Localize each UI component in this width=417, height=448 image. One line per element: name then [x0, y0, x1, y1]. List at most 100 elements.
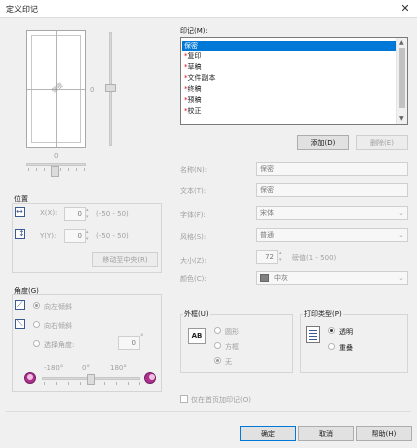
x-spinbox[interactable]: 0	[64, 207, 86, 221]
style-select[interactable]: 普通 ⌄	[256, 228, 408, 242]
chevron-down-icon: ⌄	[398, 231, 404, 239]
close-icon[interactable]: ✕	[397, 1, 413, 17]
stamp-list-label: 印记(M):	[180, 27, 208, 35]
horizontal-slider-value: 0	[54, 152, 59, 160]
y-range: (-50 - 50)	[96, 232, 129, 240]
list-item[interactable]: *文件副本	[182, 73, 396, 83]
slider-tick	[104, 382, 105, 385]
slider-tick	[28, 168, 29, 171]
border-square-radio[interactable]	[214, 342, 221, 349]
slider-tick	[68, 168, 69, 171]
slider-tick	[128, 382, 129, 385]
list-item[interactable]: 保密	[182, 41, 396, 51]
overlay-label: 重叠	[339, 344, 353, 352]
style-label: 风格(S):	[180, 233, 207, 241]
y-spinner-arrows[interactable]: ▴ ▾	[86, 229, 93, 243]
border-circle-radio[interactable]	[214, 327, 221, 334]
slider-thumb[interactable]	[87, 374, 95, 385]
slider-tick	[56, 382, 57, 385]
overlay-radio[interactable]	[328, 343, 335, 350]
x-range: (-50 - 50)	[96, 210, 129, 218]
font-select[interactable]: 宋体 ⌄	[256, 206, 408, 220]
print-type-icon	[306, 326, 320, 343]
x-spinner-arrows[interactable]: ▴ ▾	[86, 207, 93, 221]
help-button[interactable]: 帮助(H)	[356, 426, 412, 441]
slider-tick	[44, 168, 45, 171]
text-field[interactable]: 保密	[256, 183, 408, 197]
size-spinbox[interactable]: 72	[256, 250, 278, 264]
name-label: 名称(N):	[180, 166, 208, 174]
color-label: 颜色(C):	[180, 275, 207, 283]
border-style-icon: AB	[188, 328, 206, 344]
slider-tick	[44, 382, 45, 385]
color-select[interactable]: 中灰 ⌄	[256, 271, 408, 285]
size-unit: 磅值(1 - 500)	[292, 254, 337, 262]
first-page-only-checkbox[interactable]	[180, 395, 188, 403]
size-label: 大小(Z):	[180, 257, 207, 265]
list-scrollbar[interactable]: ▲ ▼	[396, 38, 407, 124]
tilt-left-radio[interactable]	[33, 302, 40, 309]
first-page-only-label: 仅在首页加印记(O)	[191, 396, 251, 404]
tilt-left-icon: ⟋	[15, 300, 25, 310]
list-item[interactable]: *校正	[182, 106, 396, 116]
transparent-label: 透明	[339, 328, 353, 336]
delete-button[interactable]: 删除(E)	[356, 135, 408, 150]
y-label: Y(Y):	[40, 232, 57, 240]
border-none-label: 无	[225, 358, 232, 366]
angle-slider[interactable]	[40, 374, 144, 388]
horizontal-position-icon: ↔	[15, 207, 25, 217]
slider-tick	[68, 382, 69, 385]
cancel-button[interactable]: 取消	[298, 426, 354, 441]
tilt-right-radio[interactable]	[33, 321, 40, 328]
y-spinbox[interactable]: 0	[64, 229, 86, 243]
border-none-radio[interactable]	[214, 357, 221, 364]
stamp-listbox[interactable]: 保密 *复印 *草稿 *文件副本 *终稿 *预稿 *校正 ▲ ▼	[180, 37, 408, 125]
chevron-down-icon: ⌄	[398, 274, 404, 282]
slider-thumb[interactable]	[51, 166, 59, 177]
slider-tick	[116, 382, 117, 385]
color-swatch	[260, 274, 269, 282]
slider-tick	[76, 168, 77, 171]
vertical-slider-value: 0	[90, 86, 95, 94]
tilt-right-icon: ⟍	[15, 319, 25, 329]
slider-tick	[139, 382, 140, 385]
slider-tick	[84, 168, 85, 171]
list-item[interactable]: *草稿	[182, 62, 396, 72]
window-title: 定义印记	[6, 5, 38, 14]
move-to-center-button[interactable]: 移动至中央(R)	[92, 252, 158, 267]
scroll-down-icon[interactable]: ▼	[399, 115, 404, 122]
preview-vertical-slider[interactable]	[104, 30, 118, 148]
slider-tick	[80, 382, 81, 385]
rotate-right-icon	[144, 372, 156, 384]
rotate-left-icon	[24, 372, 36, 384]
angle-tick-min: -180°	[44, 364, 64, 372]
x-label: X(X):	[40, 209, 58, 217]
scroll-up-icon[interactable]: ▲	[399, 39, 404, 46]
text-label: 文本(T):	[180, 187, 207, 195]
custom-angle-field[interactable]: 0	[118, 336, 140, 350]
custom-angle-radio[interactable]	[33, 340, 40, 347]
scroll-thumb[interactable]	[399, 48, 405, 108]
font-label: 字体(F):	[180, 211, 206, 219]
title-bar: 定义印记 ✕	[0, 0, 417, 18]
add-button[interactable]: 添加(D)	[297, 135, 349, 150]
preview-horizontal-slider[interactable]	[24, 160, 88, 178]
footer-separator	[6, 411, 411, 412]
tilt-right-label: 向右倾斜	[44, 322, 72, 330]
border-circle-label: 圆形	[225, 328, 239, 336]
border-group-label: 外框(U)	[183, 309, 210, 319]
size-spinner-arrows[interactable]: ▴ ▾	[279, 250, 286, 264]
name-field[interactable]: 保密	[256, 162, 408, 176]
print-type-group-label: 打印类型(P)	[303, 309, 343, 319]
list-item[interactable]: *预稿	[182, 95, 396, 105]
ok-button[interactable]: 确定	[240, 426, 296, 441]
slider-thumb[interactable]	[105, 84, 116, 92]
slider-tick	[36, 168, 37, 171]
list-item[interactable]: *终稿	[182, 84, 396, 94]
slider-tick	[60, 168, 61, 171]
border-square-label: 方框	[225, 343, 239, 351]
transparent-radio[interactable]	[328, 327, 335, 334]
degree-sign: °	[140, 333, 144, 341]
print-type-group	[300, 314, 408, 373]
list-item[interactable]: *复印	[182, 51, 396, 61]
